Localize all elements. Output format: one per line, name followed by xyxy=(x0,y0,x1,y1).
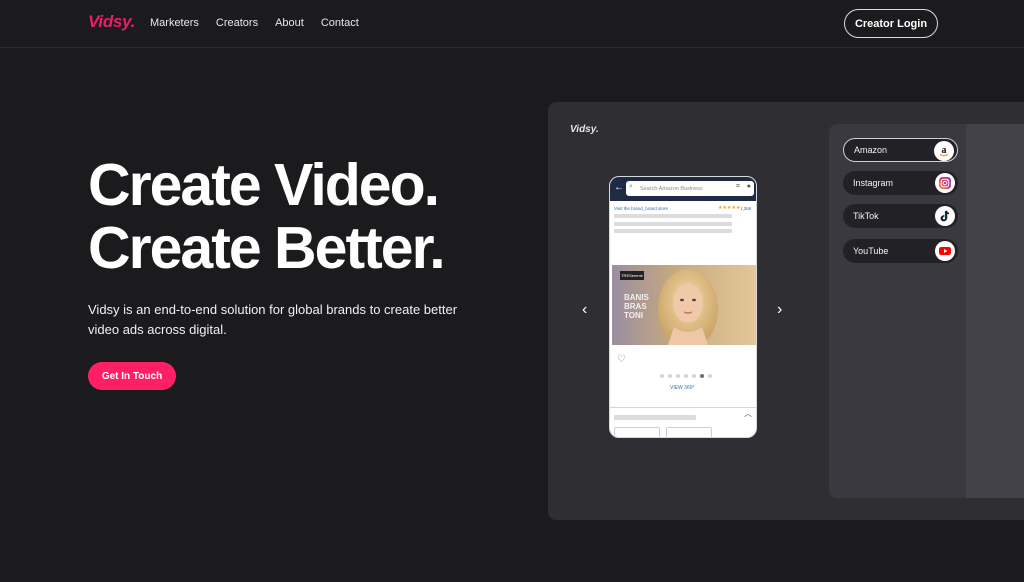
side-panel-strip xyxy=(966,124,1024,498)
view-360-link: VIEW 360° xyxy=(670,385,695,391)
platform-label: TikTok xyxy=(853,211,879,221)
carousel-dot xyxy=(692,374,696,378)
brand-logo[interactable]: Vidsy. xyxy=(88,12,135,32)
carousel-dot xyxy=(668,374,672,378)
tiktok-icon xyxy=(935,206,955,226)
main-nav: Marketers Creators About Contact xyxy=(150,17,359,29)
phone-search-bar: ← ⌕ Search Amazon Business ⌗ ● xyxy=(610,177,756,201)
placeholder-line xyxy=(614,415,696,420)
hero-title: Create Video. Create Better. xyxy=(88,152,446,281)
product-overlay-line: BRAS xyxy=(624,302,647,311)
product-image: TRESemmé BANIS BRAS TONI xyxy=(612,265,756,345)
svg-text:a: a xyxy=(942,145,947,156)
get-in-touch-button[interactable]: Get In Touch xyxy=(88,362,176,390)
placeholder-line xyxy=(614,222,732,226)
phone-search-placeholder: Search Amazon Business xyxy=(640,185,703,192)
platform-label: Instagram xyxy=(853,178,894,188)
product-overlay-text: BANIS BRAS TONI xyxy=(624,293,649,320)
heart-icon: ♡ xyxy=(617,354,626,365)
product-overlay-line: BANIS xyxy=(624,293,649,302)
placeholder-line xyxy=(614,229,732,233)
back-arrow-icon: ← xyxy=(614,182,624,193)
microphone-icon: ● xyxy=(746,183,751,190)
carousel-dot xyxy=(684,374,688,378)
nav-item-contact[interactable]: Contact xyxy=(321,17,359,29)
option-box xyxy=(666,427,712,437)
chevron-up-icon: ︿ xyxy=(744,409,752,418)
platform-tiktok[interactable]: TikTok xyxy=(843,204,958,228)
carousel-dot xyxy=(708,374,712,378)
carousel-dot-active xyxy=(700,374,704,378)
carousel-next-arrow-icon[interactable]: › xyxy=(777,301,782,319)
product-brand-badge: TRESemmé xyxy=(620,271,644,280)
phone-search-input: ⌕ Search Amazon Business ⌗ ● xyxy=(626,181,754,196)
nav-item-marketers[interactable]: Marketers xyxy=(150,17,199,29)
carousel-dot xyxy=(660,374,664,378)
nav-item-creators[interactable]: Creators xyxy=(216,17,258,29)
store-link: Visit the brand_brand store xyxy=(614,206,668,211)
site-header: Vidsy. Marketers Creators About Contact … xyxy=(0,0,1024,48)
carousel-dots xyxy=(660,374,712,378)
rating-stars: ★★★★★ xyxy=(718,205,741,211)
search-icon: ⌕ xyxy=(629,183,633,190)
hero-title-line-1: Create Video. xyxy=(88,152,440,218)
nav-item-about[interactable]: About xyxy=(275,17,304,29)
youtube-icon xyxy=(935,241,955,261)
hero-subtitle: Vidsy is an end-to-end solution for glob… xyxy=(88,302,458,337)
amazon-icon: a xyxy=(934,141,954,161)
platform-label: Amazon xyxy=(854,145,888,155)
platform-label: YouTube xyxy=(853,246,889,256)
instagram-icon xyxy=(935,173,955,193)
rating-count: 1,366 xyxy=(740,206,752,211)
creator-login-button[interactable]: Creator Login xyxy=(844,9,938,38)
platform-youtube[interactable]: YouTube xyxy=(843,239,958,263)
platform-instagram[interactable]: Instagram xyxy=(843,171,958,195)
divider xyxy=(610,407,756,408)
placeholder-line xyxy=(614,214,732,218)
product-overlay-line: TONI xyxy=(624,311,643,320)
hero-title-line-2: Create Better. xyxy=(88,215,446,281)
phone-mockup: ← ⌕ Search Amazon Business ⌗ ● Visit the… xyxy=(609,176,757,438)
carousel-prev-arrow-icon[interactable]: ‹ xyxy=(582,301,587,319)
platform-amazon[interactable]: Amazon a xyxy=(843,138,958,162)
showcase-logo: Vidsy. xyxy=(570,124,599,135)
camera-scan-icon: ⌗ xyxy=(736,183,740,190)
carousel-dot xyxy=(676,374,680,378)
option-box xyxy=(614,427,660,437)
